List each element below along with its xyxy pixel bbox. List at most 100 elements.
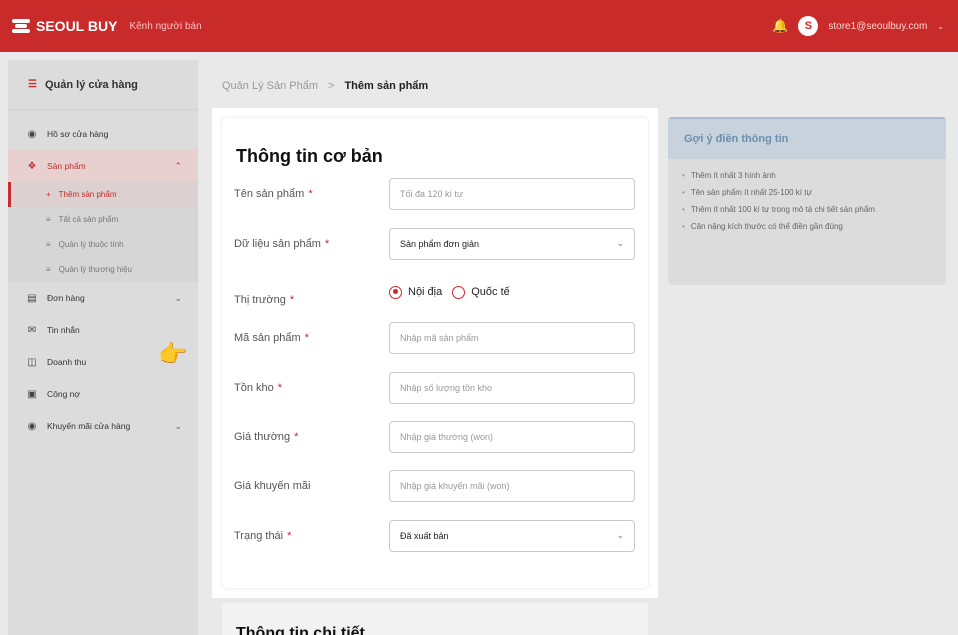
sidebar-header: ☰ Quản lý cửa hàng	[8, 60, 198, 110]
account-email[interactable]: store1@seoulbuy.com	[828, 21, 927, 32]
sidebar-subitem-label: Thêm sản phẩm	[58, 190, 117, 199]
field-label: Dữ liệu sản phẩm *	[234, 238, 330, 250]
sidebar-subitem-add-product[interactable]: + Thêm sản phẩm	[8, 182, 198, 207]
sidebar-subitem-attributes[interactable]: ≡ Quản lý thuộc tính	[8, 232, 198, 257]
brand-name: SEOUL BUY	[36, 18, 118, 34]
product-data-row: Dữ liệu sản phẩm * Sản phẩm đơn giản ⌄	[234, 228, 638, 260]
list-icon: ≡	[46, 215, 51, 224]
sidebar-item-promotions[interactable]: ◉ Khuyến mãi cửa hàng ⌄	[8, 410, 198, 442]
radio-checked-icon	[389, 285, 402, 299]
sidebar-item-label: Hồ sơ cửa hàng	[47, 129, 109, 139]
plus-icon: +	[46, 190, 51, 199]
field-label: Giá khuyến mãi	[234, 480, 311, 492]
hint-panel: Gợi ý điền thông tin • Thêm ít nhất 3 hìn…	[668, 117, 946, 285]
market-radio-domestic[interactable]: Nội địa	[389, 285, 443, 299]
market-radio-international[interactable]: Quốc tế	[452, 285, 510, 299]
radio-label: Quốc tế	[471, 286, 510, 298]
bell-icon[interactable]: 🔔	[772, 18, 788, 34]
breadcrumb: Quản Lý Sản Phẩm > Thêm sản phẩm	[222, 80, 428, 92]
menu-icon: ☰	[28, 79, 37, 90]
channel-label: Kênh người bán	[129, 20, 202, 32]
bullet-icon: •	[682, 171, 685, 180]
sidebar-header-label: Quản lý cửa hàng	[44, 78, 138, 91]
sale-price-row: Giá khuyến mãi Nhập giá khuyến mãi (won)	[234, 470, 638, 502]
radio-unchecked-icon	[452, 285, 466, 299]
sidebar-item-store-profile[interactable]: ◉ Hồ sơ cửa hàng	[8, 118, 198, 150]
product-code-input[interactable]: Nhập mã sản phẩm	[389, 322, 635, 354]
list-icon: ≡	[46, 240, 51, 249]
radio-label: Nội địa	[408, 286, 443, 298]
hint-item: • Thêm ít nhất 3 hình ảnh	[682, 171, 776, 180]
chevron-up-icon: ⌃	[174, 160, 182, 171]
sidebar-item-products[interactable]: ❖ Sản phẩm ⌃	[8, 150, 198, 182]
price-input[interactable]: Nhập giá thường (won)	[389, 421, 635, 453]
promotion-icon: ◉	[27, 420, 37, 432]
detail-info-card: Thông tin chi tiết	[222, 603, 648, 635]
sidebar-subitem-all-products[interactable]: ≡ Tất cả sản phẩm	[8, 207, 198, 232]
sidebar-item-orders[interactable]: ▤ Đơn hàng ⌄	[8, 282, 198, 314]
sale-price-input[interactable]: Nhập giá khuyến mãi (won)	[389, 470, 635, 502]
basic-info-card-wrap: Thông tin cơ bản Tên sản phẩm * Tối đa 12…	[212, 108, 658, 598]
products-submenu: + Thêm sản phẩm ≡ Tất cả sản phẩm ≡ Quản…	[8, 182, 198, 282]
sidebar-subitem-brands[interactable]: ≡ Quản lý thương hiệu	[8, 257, 198, 282]
hint-item: • Tên sản phẩm ít nhất 25-100 kí tự	[682, 188, 812, 197]
sidebar-item-label: Doanh thu	[47, 357, 87, 367]
product-name-input[interactable]: Tối đa 120 kí tự	[389, 178, 635, 210]
top-bar: SEOUL BUY Kênh người bán 🔔 S store1@seou…	[0, 0, 958, 52]
product-icon: ❖	[27, 160, 37, 172]
sidebar-item-label: Khuyến mãi cửa hàng	[47, 421, 131, 431]
chevron-down-icon: ⌄	[174, 292, 182, 303]
store-icon: ◉	[27, 128, 37, 140]
sidebar-item-label: Công nợ	[47, 389, 80, 399]
revenue-icon: ◫	[27, 356, 37, 368]
chevron-down-icon[interactable]: ⌄	[937, 22, 944, 31]
pointing-hand-icon: 👉	[158, 341, 188, 368]
breadcrumb-parent[interactable]: Quản Lý Sản Phẩm	[222, 80, 318, 92]
chevron-down-icon: ⌄	[616, 238, 624, 248]
detail-section-title: Thông tin chi tiết	[236, 625, 365, 635]
market-row: Thị trường * Nội địa Quốc tế	[234, 276, 638, 308]
field-label: Mã sản phẩm *	[234, 332, 309, 344]
field-label: Tồn kho *	[234, 382, 283, 394]
product-code-row: Mã sản phẩm * Nhập mã sản phẩm	[234, 322, 638, 354]
stock-row: Tồn kho * Nhập số lượng tồn kho	[234, 372, 638, 404]
select-value: Sản phẩm đơn giản	[400, 239, 479, 249]
sidebar-item-label: Sản phẩm	[47, 161, 86, 171]
section-title: Thông tin cơ bản	[236, 146, 383, 166]
message-icon: ✉	[27, 324, 37, 336]
product-name-row: Tên sản phẩm * Tối đa 120 kí tự	[234, 178, 638, 210]
sidebar-subitem-label: Quản lý thuộc tính	[58, 240, 124, 249]
sidebar-item-label: Đơn hàng	[47, 293, 85, 303]
chevron-down-icon: ⌄	[616, 530, 624, 540]
sidebar-item-label: Tin nhắn	[47, 325, 80, 335]
field-label: Giá thường *	[234, 431, 299, 443]
field-label: Tên sản phẩm *	[234, 188, 313, 200]
select-value: Đã xuất bản	[400, 531, 449, 541]
field-label: Thị trường *	[234, 294, 295, 306]
hint-list: • Thêm ít nhất 3 hình ảnh • Tên sản phẩm í…	[668, 159, 946, 233]
breadcrumb-separator: >	[328, 80, 335, 92]
list-icon: ≡	[46, 265, 51, 274]
sidebar-subitem-label: Tất cả sản phẩm	[58, 215, 119, 224]
basic-info-card: Thông tin cơ bản Tên sản phẩm * Tối đa 12…	[222, 118, 648, 588]
sidebar-item-debt[interactable]: ▣ Công nợ	[8, 378, 198, 410]
status-row: Trạng thái * Đã xuất bản ⌄	[234, 520, 638, 552]
order-icon: ▤	[27, 292, 37, 304]
hint-item: • Cân nặng kích thước có thể điền gần đún…	[682, 222, 843, 231]
field-label: Trạng thái *	[234, 530, 292, 542]
brand-logo[interactable]: SEOUL BUY	[12, 18, 117, 34]
debt-icon: ▣	[27, 388, 37, 400]
hint-item: • Thêm ít nhất 100 kí tự trong mô tả chi …	[682, 205, 875, 214]
bullet-icon: •	[682, 222, 685, 231]
breadcrumb-current: Thêm sản phẩm	[344, 80, 429, 92]
status-select[interactable]: Đã xuất bản ⌄	[389, 520, 635, 552]
avatar[interactable]: S	[798, 16, 819, 36]
bullet-icon: •	[682, 188, 685, 197]
sidebar-subitem-label: Quản lý thương hiệu	[58, 265, 132, 274]
hint-title: Gợi ý điền thông tin	[668, 117, 946, 159]
price-row: Giá thường * Nhập giá thường (won)	[234, 421, 638, 453]
bullet-icon: •	[682, 205, 685, 214]
product-data-select[interactable]: Sản phẩm đơn giản ⌄	[389, 228, 635, 260]
market-radio-group: Nội địa Quốc tế	[389, 276, 510, 308]
stock-input[interactable]: Nhập số lượng tồn kho	[389, 372, 635, 404]
